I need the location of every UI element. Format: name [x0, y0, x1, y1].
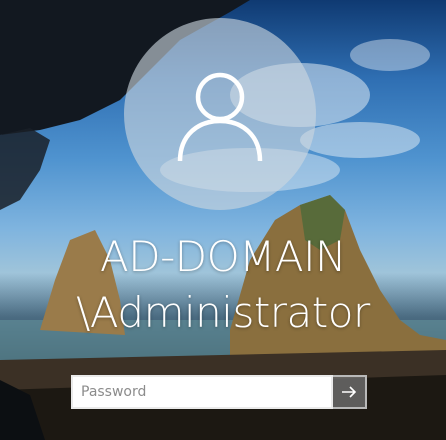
lock-screen: AD-DOMAIN \Administrator [0, 0, 446, 440]
user-account: \Administrator [76, 288, 370, 337]
right-arrow-icon [342, 386, 357, 398]
password-input[interactable] [71, 375, 333, 409]
submit-button[interactable] [333, 375, 367, 409]
password-row [71, 375, 367, 409]
user-domain: AD-DOMAIN [100, 232, 346, 281]
user-name: AD-DOMAIN \Administrator [0, 229, 446, 341]
user-avatar [124, 18, 316, 210]
user-avatar-icon [177, 72, 263, 162]
